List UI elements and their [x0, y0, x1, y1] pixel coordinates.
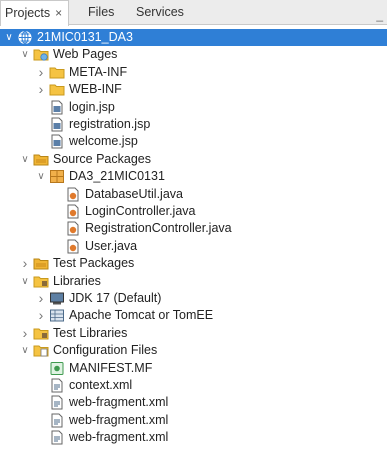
tree-row[interactable]: ∨ DA3_21MIC0131 — [0, 168, 387, 185]
jsp-file-icon — [49, 134, 65, 149]
minimize-button[interactable]: _ — [376, 8, 383, 22]
tree-item-label: web-fragment.xml — [69, 430, 169, 445]
web-folder-icon — [33, 47, 49, 62]
tree-row[interactable]: web-fragment.xml — [0, 429, 387, 446]
tree-item-label: welcome.jsp — [69, 134, 138, 149]
package-icon — [49, 169, 65, 184]
tree-item-label: DatabaseUtil.java — [85, 186, 183, 201]
chevron-right-icon[interactable]: › — [36, 64, 46, 81]
tree-row[interactable]: › Test Packages — [0, 255, 387, 272]
tree-row[interactable]: User.java — [0, 238, 387, 255]
tab-bar: Projects × Files Services _ — [0, 0, 387, 26]
tree-row[interactable]: login.jsp — [0, 99, 387, 116]
tab-files-label: Files — [88, 5, 115, 19]
java-file-icon — [65, 221, 81, 236]
chevron-right-icon[interactable]: › — [20, 255, 30, 272]
close-icon[interactable]: × — [55, 6, 62, 20]
chevron-right-icon[interactable]: › — [20, 325, 30, 342]
tree-row[interactable]: › WEB-INF — [0, 81, 387, 98]
tab-services-label: Services — [136, 5, 184, 19]
tree-item-label: Libraries — [53, 273, 101, 288]
manifest-icon — [49, 361, 65, 376]
tree-row[interactable]: ∨ Libraries — [0, 273, 387, 290]
jdk-icon — [49, 291, 65, 306]
tree-row[interactable]: context.xml — [0, 377, 387, 394]
tree-item-label: Test Packages — [53, 256, 135, 271]
tree-item-label: context.xml — [69, 378, 133, 392]
tree-row[interactable]: registration.jsp — [0, 116, 387, 133]
tree-item-label: RegistrationController.java — [85, 221, 232, 236]
chevron-down-icon[interactable]: ∨ — [20, 273, 30, 290]
tree-row[interactable]: ∨ Web Pages — [0, 46, 387, 63]
tree-item-label: Test Libraries — [53, 325, 128, 340]
tab-projects[interactable]: Projects × — [0, 0, 70, 26]
chevron-down-icon[interactable]: ∨ — [20, 342, 30, 359]
tree-row[interactable]: web-fragment.xml — [0, 394, 387, 411]
tree-row[interactable]: DatabaseUtil.java — [0, 186, 387, 203]
tree-row[interactable]: ∨ Source Packages — [0, 151, 387, 168]
server-library-icon — [49, 308, 65, 323]
tree-item-label: Apache Tomcat or TomEE — [69, 308, 214, 323]
tree-item-label: Web Pages — [53, 47, 118, 62]
xml-file-icon — [49, 430, 65, 445]
project-tree: ∨ 21MIC0131_DA3 ∨ Web Pages › META-INF › WEB-IN… — [0, 25, 387, 447]
java-file-icon — [65, 239, 81, 254]
tree-item-label: WEB-INF — [69, 82, 122, 97]
tree-item-label: web-fragment.xml — [69, 395, 169, 410]
tree-row[interactable]: RegistrationController.java — [0, 220, 387, 237]
tab-files[interactable]: Files — [88, 0, 114, 24]
jsp-file-icon — [49, 100, 65, 115]
chevron-right-icon[interactable]: › — [36, 290, 46, 307]
tree-row[interactable]: ∨ 21MIC0131_DA3 — [0, 29, 387, 46]
library-folder-icon — [33, 274, 49, 289]
tree-row[interactable]: › Apache Tomcat or TomEE — [0, 307, 387, 324]
source-folder-icon — [33, 152, 49, 167]
chevron-right-icon[interactable]: › — [36, 81, 46, 98]
tree-item-label: 21MIC0131_DA3 — [37, 30, 133, 44]
tree-item-label: Source Packages — [53, 151, 151, 166]
tree-row[interactable]: ∨ Configuration Files — [0, 342, 387, 359]
folder-icon — [49, 65, 65, 80]
tree-item-label: web-fragment.xml — [69, 412, 169, 427]
xml-file-icon — [49, 378, 65, 393]
globe-icon — [17, 30, 33, 45]
chevron-right-icon[interactable]: › — [36, 307, 46, 324]
tree-item-label: MANIFEST.MF — [69, 360, 153, 375]
tree-row[interactable]: web-fragment.xml — [0, 412, 387, 429]
tree-item-label: LoginController.java — [85, 204, 196, 218]
tab-services[interactable]: Services — [136, 0, 184, 24]
chevron-down-icon[interactable]: ∨ — [36, 168, 46, 185]
tree-item-label: Configuration Files — [53, 343, 158, 358]
library-folder-icon — [33, 326, 49, 341]
java-file-icon — [65, 204, 81, 219]
tree-row[interactable]: › JDK 17 (Default) — [0, 290, 387, 307]
tree-row[interactable]: MANIFEST.MF — [0, 360, 387, 377]
tree-row[interactable]: › Test Libraries — [0, 325, 387, 342]
java-file-icon — [65, 187, 81, 202]
xml-file-icon — [49, 413, 65, 428]
tree-row[interactable]: welcome.jsp — [0, 133, 387, 150]
chevron-down-icon[interactable]: ∨ — [20, 46, 30, 63]
tree-item-label: JDK 17 (Default) — [69, 291, 162, 305]
folder-icon — [49, 82, 65, 97]
xml-file-icon — [49, 395, 65, 410]
tree-item-label: login.jsp — [69, 99, 115, 114]
tree-row[interactable]: › META-INF — [0, 64, 387, 81]
chevron-down-icon[interactable]: ∨ — [4, 29, 14, 46]
chevron-down-icon[interactable]: ∨ — [20, 151, 30, 168]
tree-row[interactable]: LoginController.java — [0, 203, 387, 220]
config-folder-icon — [33, 343, 49, 358]
tree-item-label: META-INF — [69, 64, 128, 79]
tab-projects-label: Projects — [5, 6, 51, 20]
jsp-file-icon — [49, 117, 65, 132]
tree-item-label: registration.jsp — [69, 117, 151, 131]
source-folder-icon — [33, 256, 49, 271]
tree-item-label: DA3_21MIC0131 — [69, 169, 165, 184]
tree-item-label: User.java — [85, 238, 138, 253]
